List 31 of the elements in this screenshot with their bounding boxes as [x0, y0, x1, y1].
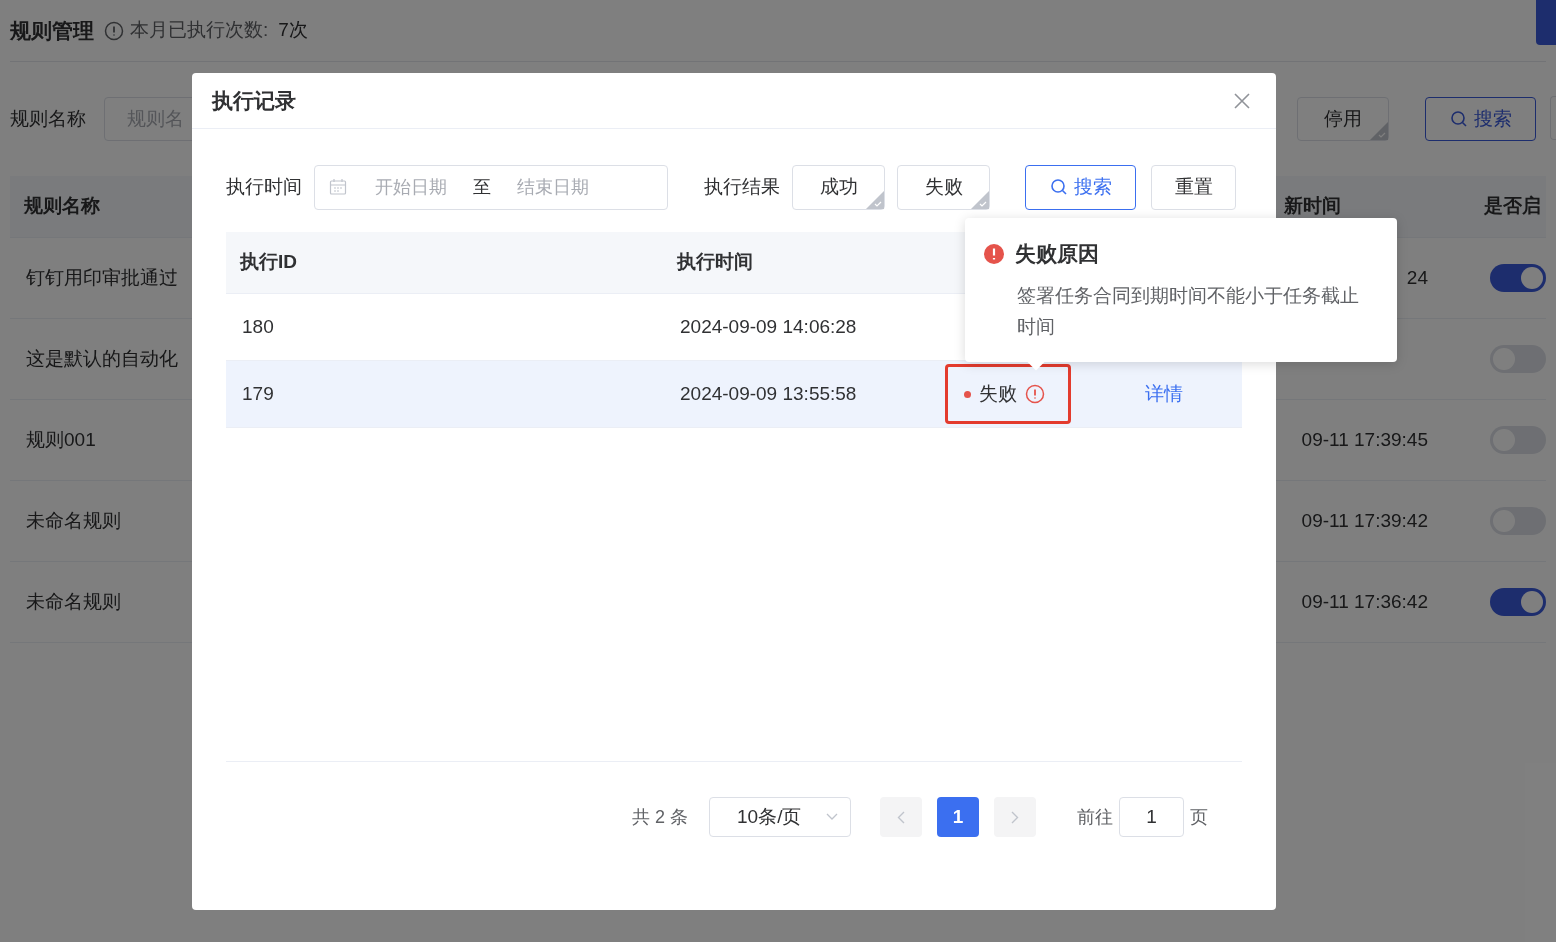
table-cell: 180 [242, 315, 274, 337]
goto-label: 前往 [1077, 805, 1113, 829]
page-title: 规则管理 [10, 17, 94, 44]
table-cell: 这是默认的自动化 [26, 347, 178, 369]
table-cell: 规则001 [26, 428, 96, 450]
table-cell: 未命名规则 [26, 590, 121, 612]
table-cell: 未命名规则 [26, 509, 121, 531]
filter-label: 执行结果 [704, 174, 780, 199]
table-cell: 09-11 17:36:42 [1301, 590, 1428, 612]
goto-suffix: 页 [1190, 805, 1208, 829]
table-cell: 09-11 17:39:45 [1301, 428, 1428, 450]
table-cell: 2024-09-09 14:06:28 [680, 315, 857, 337]
filter-label: 执行时间 [226, 174, 302, 199]
column-header: 是否启 [1484, 194, 1542, 219]
column-header: 规则名称 [24, 195, 100, 217]
column-header: 新时间 [1284, 195, 1341, 217]
tooltip-title: 失败原因 [1015, 241, 1099, 267]
total-count: 共 2 条 [632, 805, 688, 829]
column-header: 执行ID [240, 251, 297, 273]
dialog-title: 执行记录 [212, 87, 296, 114]
table-cell: 24 [1406, 266, 1428, 288]
table-cell: 179 [242, 382, 274, 404]
usage-value: 7次 [278, 18, 308, 43]
usage-label: 本月已执行次数: [130, 18, 269, 43]
status-text: 失败 [979, 381, 1017, 406]
table-cell: 钉钉用印审批通过 [26, 266, 178, 288]
table-cell: 2024-09-09 13:55:58 [680, 382, 857, 404]
filter-label: 规则名称 [10, 106, 86, 131]
column-header: 执行时间 [677, 251, 753, 273]
table-cell: 09-11 17:39:42 [1301, 509, 1428, 531]
range-separator: 至 [473, 175, 491, 199]
